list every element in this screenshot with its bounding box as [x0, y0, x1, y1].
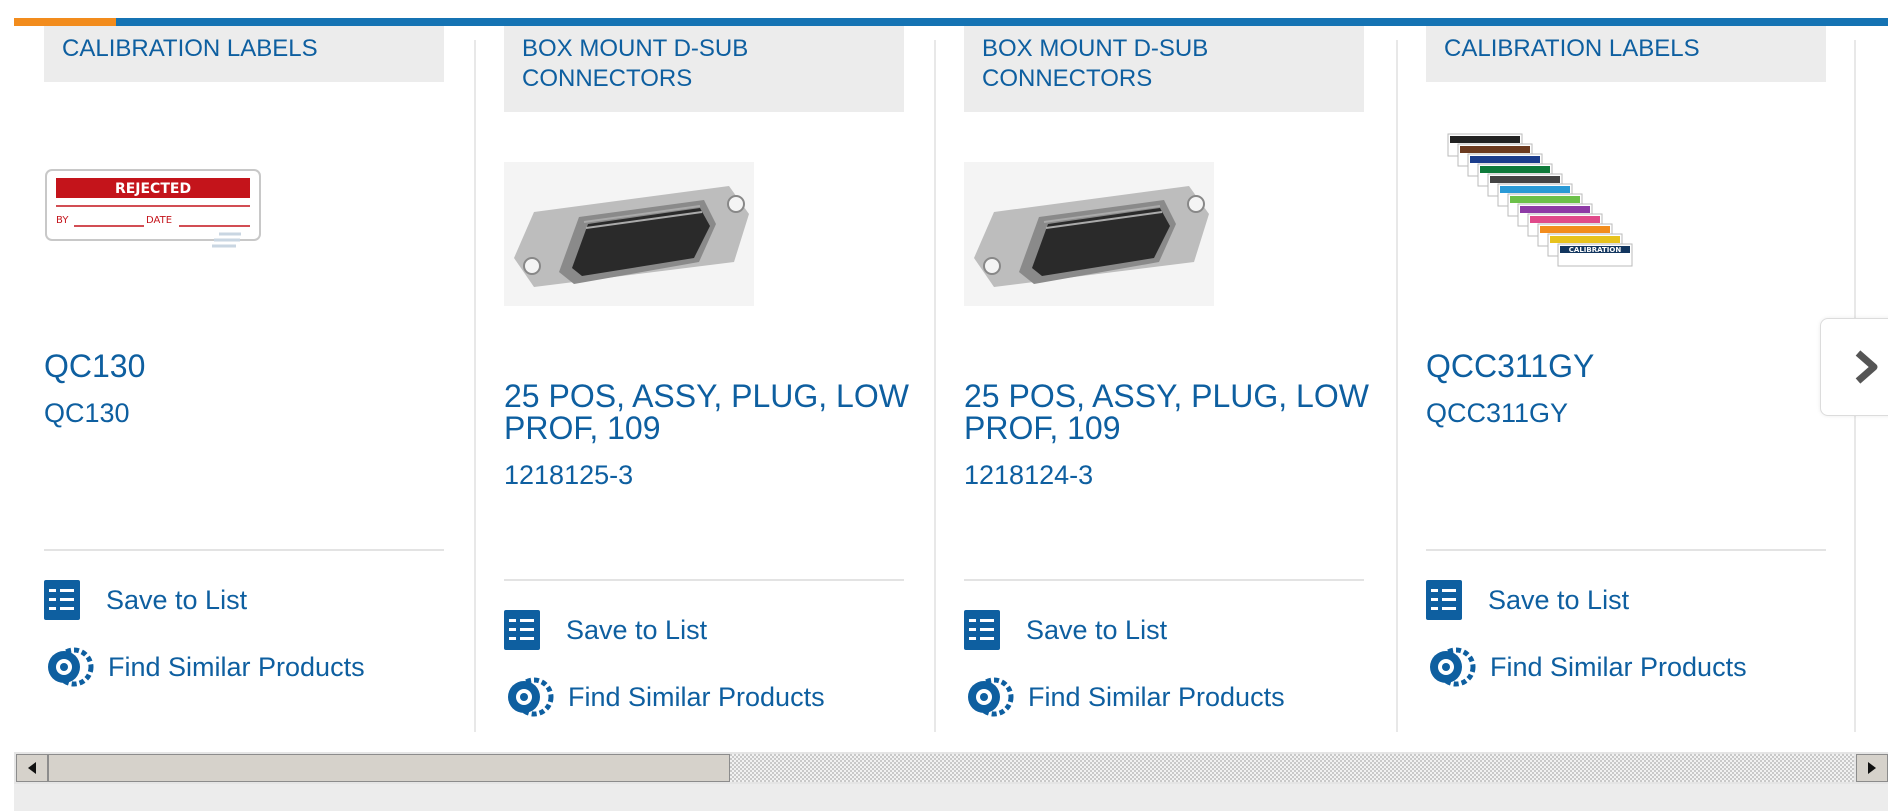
checklist-icon: [504, 610, 540, 650]
carousel-next-button[interactable]: [1820, 318, 1888, 416]
divider: [1426, 549, 1826, 551]
chevron-right-icon: [1855, 350, 1878, 384]
product-title-link[interactable]: 25 POS, ASSY, PLUG, LOW PROF, 109: [504, 380, 914, 444]
divider: [964, 579, 1364, 581]
product-image[interactable]: [504, 162, 754, 306]
save-to-list-button[interactable]: Save to List: [964, 610, 1167, 650]
save-to-list-label: Save to List: [1488, 584, 1630, 615]
find-similar-button[interactable]: Find Similar Products: [964, 676, 1285, 718]
triangle-left-icon: [28, 762, 36, 774]
product-card: BOX MOUNT D-SUB CONNECTORS 25 POS, ASSY,…: [934, 26, 1394, 736]
product-title-link[interactable]: QC130: [44, 350, 454, 382]
gear-icon: [968, 677, 1014, 717]
product-part-number[interactable]: 1218124-3: [964, 460, 1093, 491]
find-similar-button[interactable]: Find Similar Products: [44, 646, 365, 688]
product-part-number[interactable]: QCC311GY: [1426, 398, 1568, 429]
product-category: BOX MOUNT D-SUB CONNECTORS: [964, 26, 1364, 112]
product-card: BOX MOUNT D-SUB CONNECTORS 25 POS, ASSY,…: [474, 26, 934, 736]
product-category: CALIBRATION LABELS: [44, 26, 444, 82]
product-title-link[interactable]: QCC311GY: [1426, 350, 1836, 382]
svg-text:CALIBRATION: CALIBRATION: [1569, 246, 1622, 254]
carousel-top-bar: [14, 18, 1888, 26]
product-title-link[interactable]: 25 POS, ASSY, PLUG, LOW PROF, 109: [964, 380, 1374, 444]
scroll-left-button[interactable]: [16, 754, 48, 782]
checklist-icon: [1426, 580, 1462, 620]
product-card: CALIBRATION LABELS CALIBRATION QCC311GY …: [1396, 26, 1856, 736]
gear-icon: [508, 677, 554, 717]
divider: [504, 579, 904, 581]
save-to-list-button[interactable]: Save to List: [1426, 580, 1629, 620]
scroll-right-button[interactable]: [1856, 754, 1888, 782]
product-category: CALIBRATION LABELS: [1426, 26, 1826, 82]
find-similar-label: Find Similar Products: [568, 681, 825, 712]
find-similar-label: Find Similar Products: [1028, 681, 1285, 712]
horizontal-scrollbar[interactable]: [14, 752, 1888, 784]
carousel-progress-accent: [14, 18, 116, 26]
find-similar-label: Find Similar Products: [1490, 651, 1747, 682]
product-card: CALIBRATION LABELS REJECTED BY DATE QC13…: [14, 26, 474, 736]
scrollbar-thumb[interactable]: [48, 754, 730, 782]
triangle-right-icon: [1868, 762, 1876, 774]
find-similar-button[interactable]: Find Similar Products: [1426, 646, 1747, 688]
product-category: BOX MOUNT D-SUB CONNECTORS: [504, 26, 904, 112]
svg-text:BY: BY: [56, 215, 69, 226]
save-to-list-button[interactable]: Save to List: [44, 580, 247, 620]
product-image[interactable]: CALIBRATION: [1444, 130, 1674, 280]
product-part-number[interactable]: QC130: [44, 398, 130, 429]
checklist-icon: [964, 610, 1000, 650]
gear-icon: [1430, 647, 1476, 687]
svg-text:DATE: DATE: [146, 215, 172, 226]
save-to-list-label: Save to List: [566, 614, 708, 645]
footer-strip: [14, 784, 1888, 811]
product-image[interactable]: REJECTED BY DATE: [44, 166, 264, 286]
gear-icon: [48, 647, 94, 687]
find-similar-button[interactable]: Find Similar Products: [504, 676, 825, 718]
save-to-list-label: Save to List: [106, 584, 248, 615]
product-part-number[interactable]: 1218125-3: [504, 460, 633, 491]
svg-text:REJECTED: REJECTED: [115, 181, 191, 197]
product-image[interactable]: [964, 162, 1214, 306]
save-to-list-label: Save to List: [1026, 614, 1168, 645]
product-carousel: CALIBRATION LABELS REJECTED BY DATE QC13…: [14, 26, 1888, 751]
find-similar-label: Find Similar Products: [108, 651, 365, 682]
checklist-icon: [44, 580, 80, 620]
save-to-list-button[interactable]: Save to List: [504, 610, 707, 650]
divider: [44, 549, 444, 551]
